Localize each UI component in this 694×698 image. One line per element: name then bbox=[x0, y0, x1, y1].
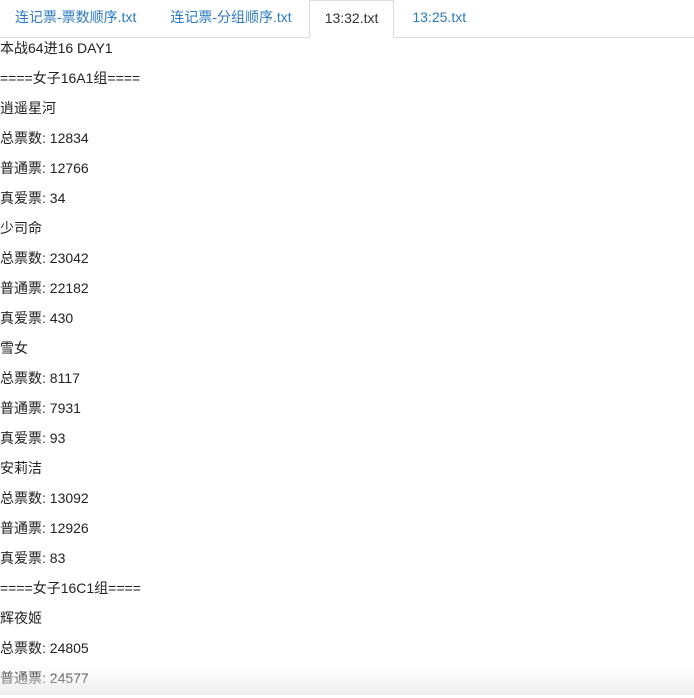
text-line: ====女子16C1组==== bbox=[0, 580, 141, 596]
text-line: 普通票: 12926 bbox=[0, 520, 89, 536]
text-line: 真爱票: 93 bbox=[0, 430, 66, 446]
text-line: 普通票: 7931 bbox=[0, 400, 81, 416]
text-line: 逍遥星河 bbox=[0, 100, 56, 116]
text-line: 总票数: 13092 bbox=[0, 490, 89, 506]
text-line: ====女子16A1组==== bbox=[0, 70, 141, 86]
text-line: 总票数: 8117 bbox=[0, 370, 80, 386]
text-line: 真爱票: 34 bbox=[0, 190, 66, 206]
tab-lianji-vote-order[interactable]: 连记票-票数顺序.txt bbox=[0, 0, 151, 37]
file-content: 本战64进16 DAY1 ====女子16A1组==== 逍遥星河总票数: 1283… bbox=[0, 38, 141, 698]
text-line: 安莉洁 bbox=[0, 460, 42, 476]
text-line: 总票数: 12834 bbox=[0, 130, 89, 146]
file-tab-bar: 连记票-票数顺序.txt 连记票-分组顺序.txt 13:32.txt 13:2… bbox=[0, 0, 694, 38]
text-line: 总票数: 23042 bbox=[0, 250, 89, 266]
tab-lianji-group-order[interactable]: 连记票-分组顺序.txt bbox=[151, 0, 306, 37]
text-line: 雪女 bbox=[0, 340, 28, 356]
text-line: 本战64进16 DAY1 bbox=[0, 40, 113, 56]
text-line: 普通票: 24577 bbox=[0, 670, 89, 686]
text-line: 普通票: 22182 bbox=[0, 280, 89, 296]
text-line: 真爱票: 430 bbox=[0, 310, 74, 326]
text-line: 真爱票: 83 bbox=[0, 550, 66, 566]
text-line: 少司命 bbox=[0, 220, 42, 236]
text-line: 总票数: 24805 bbox=[0, 640, 89, 656]
text-line: 辉夜姬 bbox=[0, 610, 42, 626]
text-line: 普通票: 12766 bbox=[0, 160, 89, 176]
tab-1325[interactable]: 13:25.txt bbox=[394, 0, 481, 37]
tab-1332[interactable]: 13:32.txt bbox=[308, 0, 395, 38]
